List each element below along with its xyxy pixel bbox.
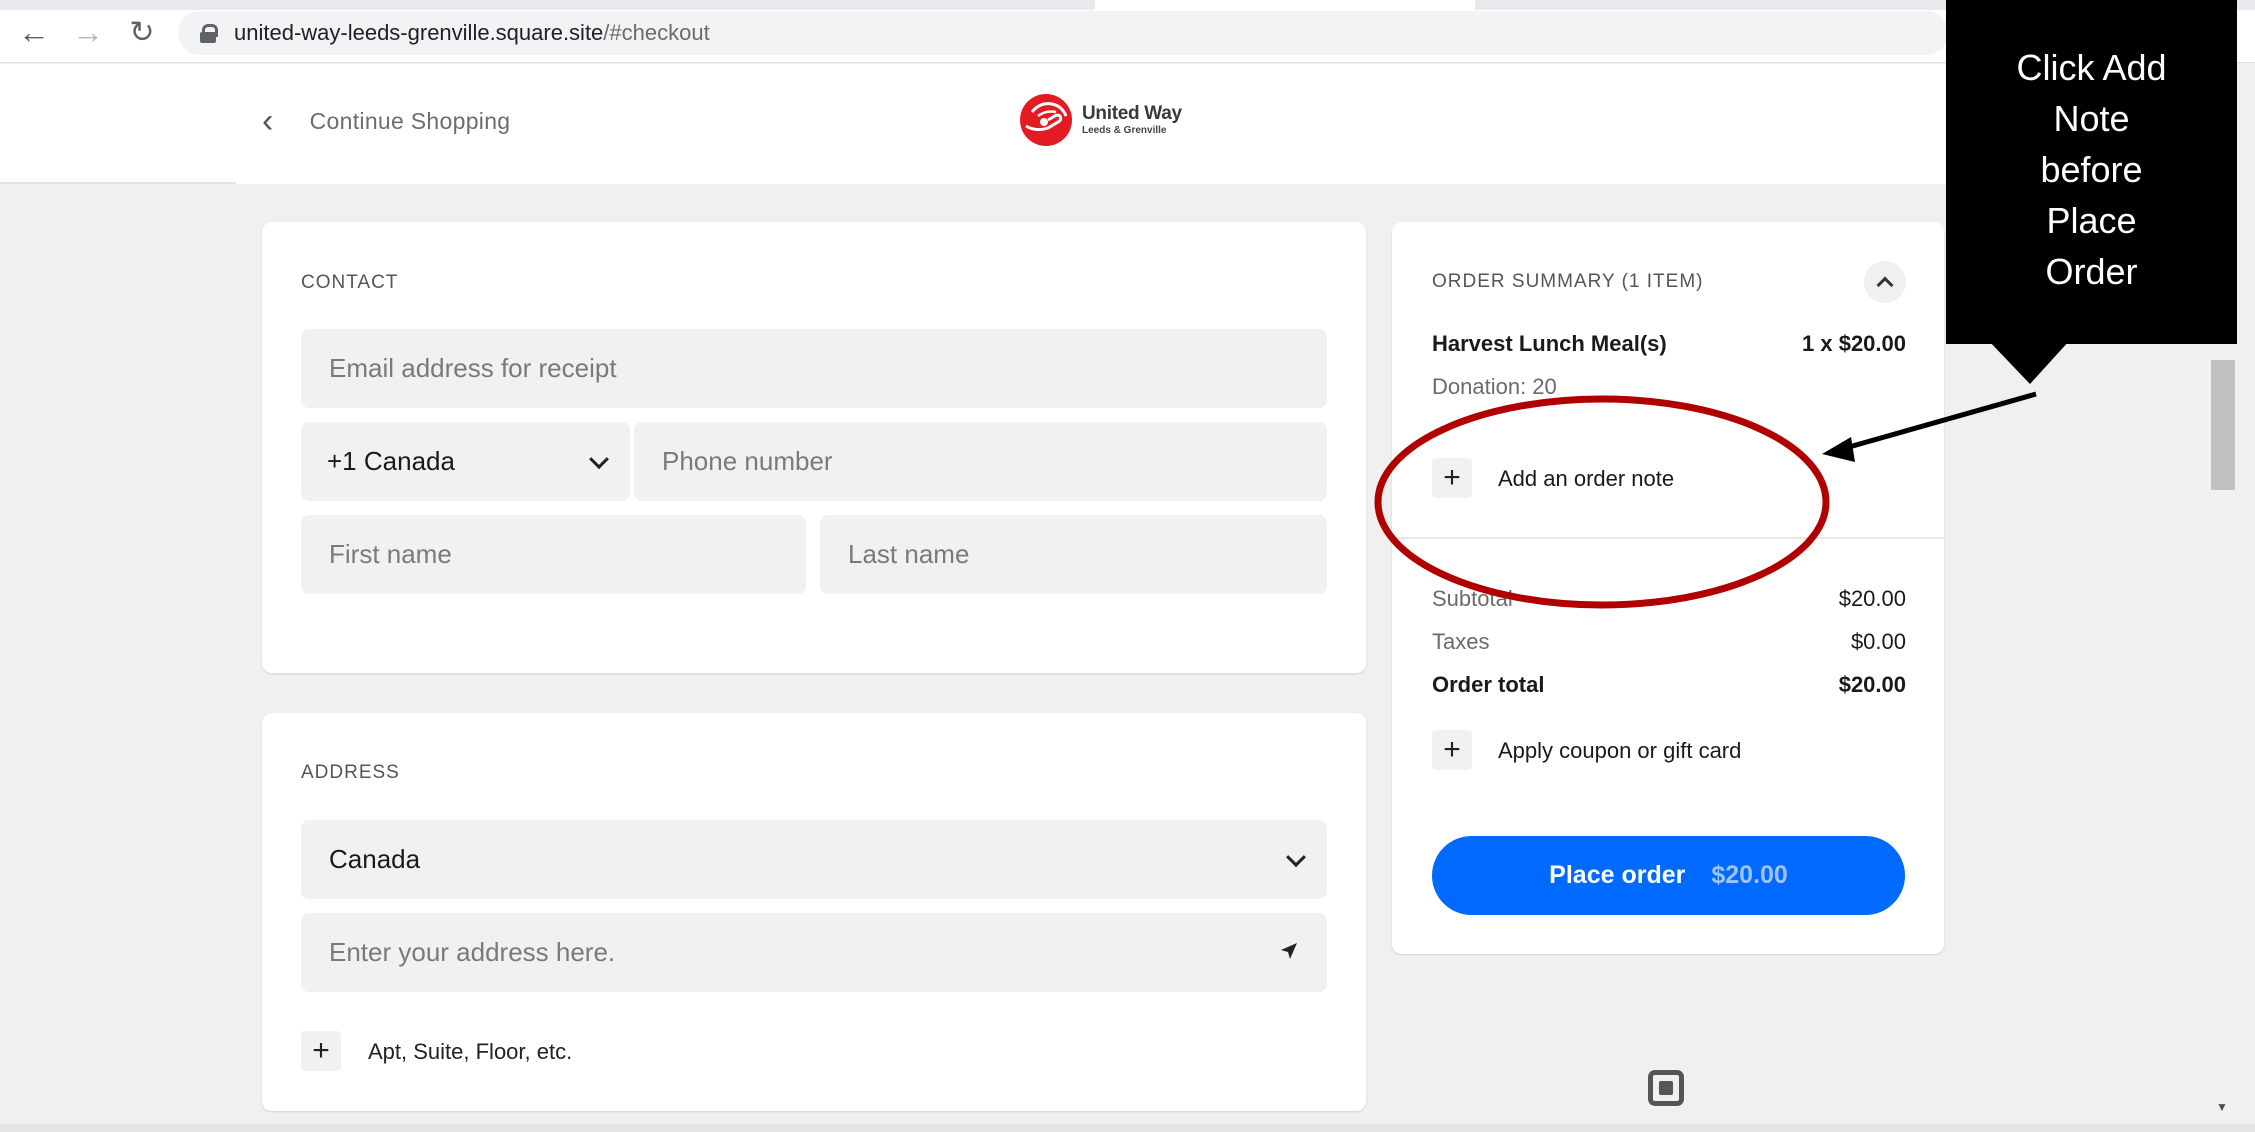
callout-line-5: Order <box>2045 251 2138 292</box>
callout-line-3: before <box>2040 149 2143 190</box>
annotation-callout-text: Click Add Note before Place Order <box>1946 42 2237 297</box>
callout-line-2: Note <box>2053 98 2130 139</box>
annotation-arrow-head <box>1822 437 1855 462</box>
callout-tail <box>1988 340 2070 384</box>
annotation-overlay <box>1374 340 2070 609</box>
callout-line-1: Click Add <box>2016 47 2167 88</box>
annotation-arrow-line <box>1841 391 2037 452</box>
highlight-circle <box>1374 395 1830 609</box>
callout-line-4: Place <box>2046 200 2137 241</box>
